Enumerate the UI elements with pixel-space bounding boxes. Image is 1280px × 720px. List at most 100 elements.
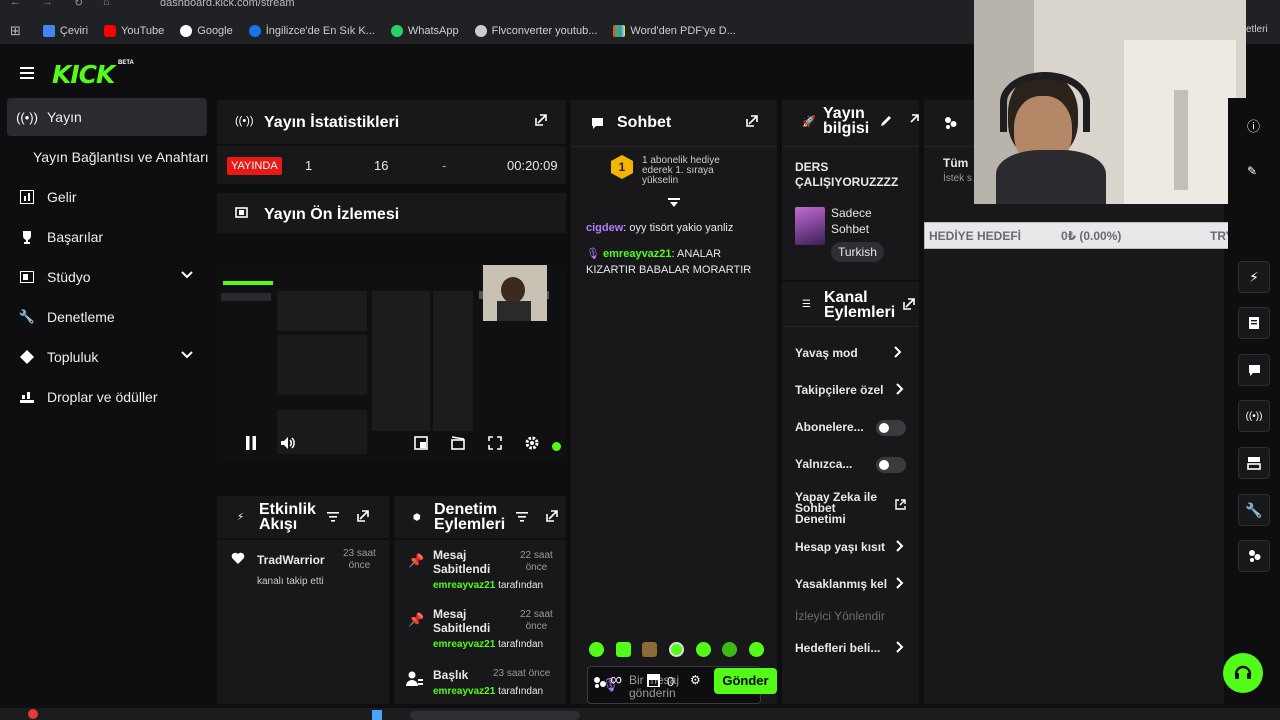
action-ai-moderation[interactable]: Yapay Zeka ile Sohbet Denetimi bbox=[782, 487, 919, 525]
forward-icon[interactable]: → bbox=[42, 0, 53, 8]
back-icon[interactable]: ← bbox=[10, 0, 21, 8]
sidebar-item-studyo[interactable]: Stüdyo bbox=[7, 258, 207, 296]
sidebar-item-droplar[interactable]: Droplar ve ödüller bbox=[7, 378, 207, 416]
popout-icon[interactable] bbox=[535, 114, 547, 126]
action-slow-mode[interactable]: Yavaş mod bbox=[782, 341, 919, 365]
collapse-icon[interactable] bbox=[668, 198, 680, 208]
info-icon[interactable]: ⓘ bbox=[1247, 116, 1260, 135]
bookmark[interactable]: Çeviri bbox=[42, 25, 88, 37]
mic-icon: 🎙 bbox=[586, 248, 600, 260]
filter-icon[interactable] bbox=[516, 512, 528, 522]
preview-icon[interactable] bbox=[1238, 447, 1270, 479]
sidebar-item-gelir[interactable]: Gelir bbox=[7, 178, 207, 216]
emote-icon[interactable] bbox=[695, 642, 711, 657]
popout-icon[interactable] bbox=[910, 114, 919, 126]
emote-icon[interactable] bbox=[748, 642, 764, 657]
pause-icon[interactable] bbox=[245, 436, 257, 450]
bookmark[interactable]: Flvconverter youtub... bbox=[474, 25, 597, 37]
theater-mode-icon[interactable] bbox=[414, 436, 428, 450]
language-tag: Turkish bbox=[831, 242, 884, 262]
category-name[interactable]: Sadece Sohbet bbox=[831, 205, 872, 237]
sidebar-item-label: Yayın bbox=[47, 109, 82, 125]
home-icon[interactable]: ⌂ bbox=[103, 0, 110, 8]
viewer-count: 1 bbox=[305, 158, 313, 173]
action-banned-words[interactable]: Yasaklanmış kel bbox=[782, 572, 919, 596]
bookmarks-overflow[interactable]: etleri bbox=[1246, 24, 1268, 35]
mini-webcam bbox=[483, 265, 547, 321]
settings-gear-icon[interactable] bbox=[524, 435, 540, 451]
mod-action-time: 23 saat önce bbox=[493, 668, 551, 679]
store-icon[interactable] bbox=[646, 673, 661, 687]
emote-only-toggle[interactable] bbox=[876, 457, 906, 473]
fullscreen-icon[interactable] bbox=[488, 436, 502, 450]
send-button[interactable]: Gönder bbox=[714, 668, 777, 694]
chevron-down-icon[interactable] bbox=[181, 351, 193, 359]
community-icon[interactable] bbox=[1238, 540, 1270, 572]
bookmark[interactable]: Word'den PDF'ye D... bbox=[613, 25, 736, 37]
emote-icon[interactable] bbox=[642, 642, 658, 657]
community-icon[interactable] bbox=[593, 676, 607, 688]
volume-icon[interactable] bbox=[280, 436, 296, 450]
emote-icon[interactable] bbox=[589, 642, 604, 657]
activity-user[interactable]: TradWarrior bbox=[257, 553, 325, 567]
popout-icon[interactable] bbox=[903, 298, 915, 310]
popout-icon[interactable] bbox=[546, 510, 558, 522]
sidebar-item-topluluk[interactable]: Topluluk bbox=[7, 338, 207, 376]
sidebar-item-denetleme[interactable]: 🔧 Denetleme bbox=[7, 298, 207, 336]
sidebar-item-label: Droplar ve ödüller bbox=[47, 389, 158, 405]
notes-icon[interactable] bbox=[1238, 307, 1270, 339]
start-icon[interactable] bbox=[372, 710, 382, 720]
taskbar-search[interactable] bbox=[410, 711, 580, 720]
mod-actions-title: Denetim Eylemleri bbox=[434, 501, 506, 533]
reload-icon[interactable]: ↻ bbox=[74, 0, 83, 9]
clip-icon[interactable] bbox=[451, 436, 465, 450]
list-item: TradWarrior kanalı takip etti 23 saat önc… bbox=[217, 540, 389, 600]
popout-icon[interactable] bbox=[746, 115, 758, 127]
kick-logo[interactable]: KICK bbox=[52, 60, 115, 89]
hamburger-menu-icon[interactable] bbox=[20, 67, 34, 79]
chat-username[interactable]: emreayvaz21 bbox=[603, 248, 672, 260]
popout-icon[interactable] bbox=[357, 510, 369, 522]
sidebar-item-stream-key[interactable]: Yayın Bağlantısı ve Anahtarı bbox=[7, 138, 209, 176]
bookmark[interactable]: YouTube bbox=[104, 25, 164, 37]
edit-pencil-icon[interactable] bbox=[880, 115, 892, 127]
whatsapp-icon bbox=[390, 25, 403, 37]
chat-bubble-icon[interactable] bbox=[1238, 354, 1270, 386]
sidebar-item-basarilar[interactable]: Başarılar bbox=[7, 218, 207, 256]
apps-grid-icon[interactable]: ⊞ bbox=[10, 23, 21, 39]
emote-icon[interactable] bbox=[722, 642, 738, 657]
support-headset-button[interactable] bbox=[1223, 653, 1263, 693]
sidebar-item-yayin[interactable]: ((•)) Yayın bbox=[7, 98, 207, 136]
settings-gear-icon[interactable]: ⚙ bbox=[690, 673, 701, 687]
weather-icon[interactable] bbox=[28, 709, 38, 719]
stream-stats-header: ((•)) Yayın İstatistikleri bbox=[217, 100, 566, 144]
follower-count: 16 bbox=[374, 158, 389, 173]
action-set-goals[interactable]: Hedefleri beli... bbox=[782, 636, 919, 660]
broadcast-icon[interactable]: ((•)) bbox=[1238, 400, 1270, 432]
gift-goal-text: 1 abonelik hediye ederek 1. sıraya yükseli… bbox=[642, 155, 720, 186]
user-edit-icon bbox=[406, 671, 424, 687]
emote-icon[interactable] bbox=[668, 642, 684, 657]
filter-icon[interactable] bbox=[327, 512, 339, 522]
bookmark[interactable]: İngilizce'de En Sık K... bbox=[248, 25, 375, 37]
youtube-icon bbox=[104, 25, 117, 37]
bookmark[interactable]: Google bbox=[180, 25, 233, 37]
edit-pencil-icon[interactable]: ✎ bbox=[1247, 164, 1257, 178]
chevron-right-icon bbox=[896, 540, 904, 552]
category-thumbnail[interactable] bbox=[795, 207, 825, 245]
video-player[interactable] bbox=[217, 265, 566, 461]
google-icon bbox=[180, 25, 193, 37]
status-dot bbox=[552, 442, 561, 451]
emote-icon[interactable] bbox=[615, 642, 631, 657]
gift-goal-banner[interactable]: 1 1 abonelik hediye ederek 1. sıraya yükse… bbox=[571, 146, 777, 204]
activity-feed-list: TradWarrior kanalı takip etti 23 saat önc… bbox=[217, 540, 389, 704]
wrench-icon[interactable]: 🔧 bbox=[1238, 494, 1270, 526]
action-account-age[interactable]: Hesap yaşı kısıt bbox=[782, 535, 919, 559]
chat-username[interactable]: cigdew bbox=[586, 222, 623, 234]
subscribers-only-toggle[interactable] bbox=[876, 420, 906, 436]
chevron-down-icon[interactable] bbox=[181, 271, 193, 279]
bolt-icon[interactable]: ⚡ bbox=[1238, 261, 1270, 293]
bookmark[interactable]: WhatsApp bbox=[390, 25, 459, 37]
action-followers-only[interactable]: Takipçilere özel bbox=[782, 378, 919, 402]
address-bar[interactable]: ← → ↻ ⌂ dashboard.kick.com/stream bbox=[0, 0, 980, 12]
